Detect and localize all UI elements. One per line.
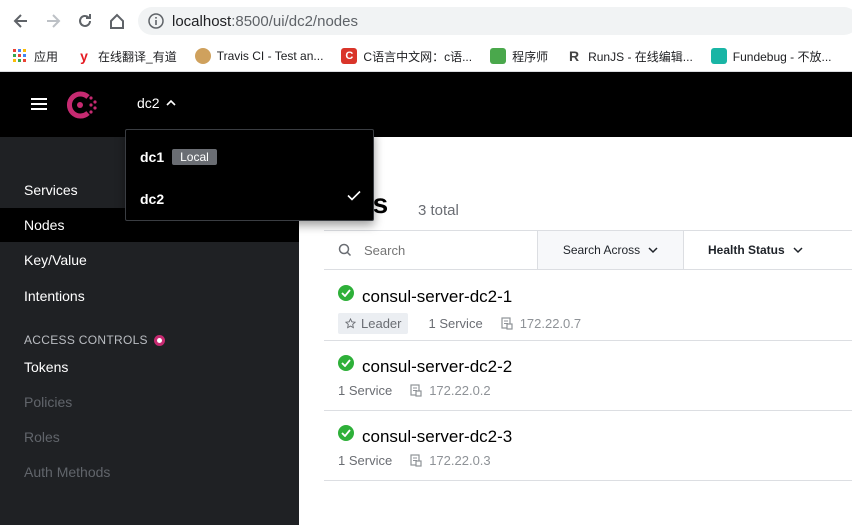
ip-address: 172.22.0.2 — [429, 383, 491, 398]
health-status-dropdown[interactable]: Health Status — [684, 231, 852, 269]
chevron-up-icon — [166, 99, 176, 106]
healthy-check-icon — [338, 355, 354, 371]
travis-icon — [194, 48, 211, 64]
node-address: 172.22.0.3 — [410, 453, 491, 468]
service-count: 1 Service — [428, 316, 483, 331]
url-text: localhost:8500/ui/dc2/nodes — [172, 13, 358, 30]
sidebar-item-policies[interactable]: Policies — [24, 394, 72, 410]
c-lang-icon: C — [341, 48, 358, 64]
chevron-down-icon — [648, 246, 658, 253]
bookmark-chengxushi[interactable]: 程序师 — [490, 48, 548, 65]
access-status-icon — [153, 334, 165, 346]
reload-icon[interactable] — [74, 10, 96, 32]
datacenter-option-label: dc2 — [140, 191, 165, 207]
sidebar-item-auth-methods[interactable]: Auth Methods — [24, 464, 110, 480]
info-icon[interactable] — [148, 13, 164, 29]
bookmark-apps[interactable]: 应用 — [12, 48, 58, 65]
home-icon[interactable] — [106, 10, 128, 32]
browser-toolbar: localhost:8500/ui/dc2/nodes — [0, 0, 852, 41]
url-host: localhost — [172, 12, 232, 30]
bookmark-label: 在线翻译_有道 — [98, 49, 177, 64]
bookmark-label: Fundebug - 不放... — [732, 49, 832, 64]
access-controls-label: ACCESS CONTROLS — [24, 333, 148, 347]
consul-logo-icon[interactable] — [64, 88, 100, 122]
access-controls-heading: ACCESS CONTROLS — [24, 333, 165, 347]
leader-badge: Leader — [338, 313, 409, 334]
datacenter-menu: dc1 Local dc2 — [125, 129, 374, 221]
sidebar-item-roles[interactable]: Roles — [24, 429, 60, 445]
app-header: dc2 — [0, 72, 852, 137]
datacenter-option-dc1[interactable]: dc1 Local — [140, 149, 217, 165]
address-icon — [410, 454, 422, 467]
bookmark-runjs[interactable]: R RunJS - 在线编辑... — [566, 48, 693, 65]
fundebug-icon — [710, 48, 727, 64]
search-input[interactable] — [364, 242, 514, 258]
search-across-label: Search Across — [562, 243, 641, 257]
youdao-icon: y — [80, 48, 88, 64]
bookmark-label: RunJS - 在线编辑... — [588, 49, 693, 64]
datacenter-label: dc2 — [137, 95, 160, 111]
sidebar-item-key-value[interactable]: Key/Value — [24, 252, 87, 268]
bookmark-label: 应用 — [34, 49, 59, 64]
address-icon — [410, 384, 422, 397]
sidebar-item-nodes[interactable]: Nodes — [24, 217, 64, 233]
sidebar-item-intentions[interactable]: Intentions — [24, 288, 85, 304]
checkmark-icon — [347, 190, 361, 201]
node-meta: 1 Service 172.22.0.3 — [338, 453, 491, 468]
service-count: 1 Service — [338, 383, 393, 398]
search-box — [324, 231, 538, 269]
bookmark-travis[interactable]: Travis CI - Test an... — [194, 48, 324, 64]
node-address: 172.22.0.7 — [501, 316, 581, 331]
search-across-dropdown[interactable]: Search Across — [538, 231, 684, 269]
node-meta: 1 Service 172.22.0.2 — [338, 383, 491, 398]
bookmark-biancheng[interactable]: C C语言中文网：c语... — [341, 48, 472, 65]
service-count: 1 Service — [338, 453, 393, 468]
sidebar-item-tokens[interactable]: Tokens — [24, 359, 68, 375]
chengxushi-icon — [490, 48, 507, 64]
health-status-label: Health Status — [708, 243, 785, 257]
node-row[interactable]: consul-server-dc2-3 1 Service 172.22.0.3 — [324, 411, 852, 481]
search-icon — [338, 243, 352, 257]
menu-icon[interactable] — [31, 98, 47, 110]
bookmark-label: 程序师 — [512, 49, 549, 64]
datacenter-option-label: dc1 — [140, 149, 165, 165]
sidebar-item-services[interactable]: Services — [24, 182, 78, 198]
chevron-down-icon — [793, 246, 803, 253]
leader-label: Leader — [361, 316, 402, 331]
node-name[interactable]: consul-server-dc2-1 — [362, 287, 512, 307]
node-name[interactable]: consul-server-dc2-3 — [362, 427, 512, 447]
address-icon — [501, 317, 513, 330]
local-badge: Local — [172, 149, 217, 165]
node-meta: Leader 1 Service 172.22.0.7 — [338, 313, 581, 334]
bookmark-fundebug[interactable]: Fundebug - 不放... — [710, 48, 832, 65]
datacenter-toggle[interactable]: dc2 — [137, 95, 176, 111]
bookmark-label: Travis CI - Test an... — [216, 49, 324, 63]
bookmark-label: C语言中文网：c语... — [363, 49, 473, 64]
filter-bar: Search Across Health Status — [324, 230, 852, 270]
apps-grid-icon — [12, 48, 28, 64]
healthy-check-icon — [338, 285, 354, 301]
node-row[interactable]: consul-server-dc2-1 Leader 1 Service 172… — [324, 271, 852, 341]
node-row[interactable]: consul-server-dc2-2 1 Service 172.22.0.2 — [324, 341, 852, 411]
page-count: 3 total — [418, 202, 459, 219]
address-bar[interactable]: localhost:8500/ui/dc2/nodes — [138, 7, 852, 35]
node-address: 172.22.0.2 — [410, 383, 491, 398]
url-path: :8500/ui/dc2/nodes — [231, 12, 358, 30]
ip-address: 172.22.0.3 — [429, 453, 491, 468]
back-icon[interactable] — [10, 10, 32, 32]
runjs-icon: R — [569, 48, 580, 64]
forward-icon[interactable] — [42, 10, 64, 32]
bookmark-youdao[interactable]: y 在线翻译_有道 — [76, 48, 177, 65]
datacenter-option-dc2[interactable]: dc2 — [140, 191, 164, 207]
ip-address: 172.22.0.7 — [519, 316, 582, 331]
bookmarks-bar: 应用 y 在线翻译_有道 Travis CI - Test an... C C语… — [0, 41, 852, 72]
star-icon — [345, 318, 356, 329]
node-name[interactable]: consul-server-dc2-2 — [362, 357, 512, 377]
healthy-check-icon — [338, 425, 354, 441]
